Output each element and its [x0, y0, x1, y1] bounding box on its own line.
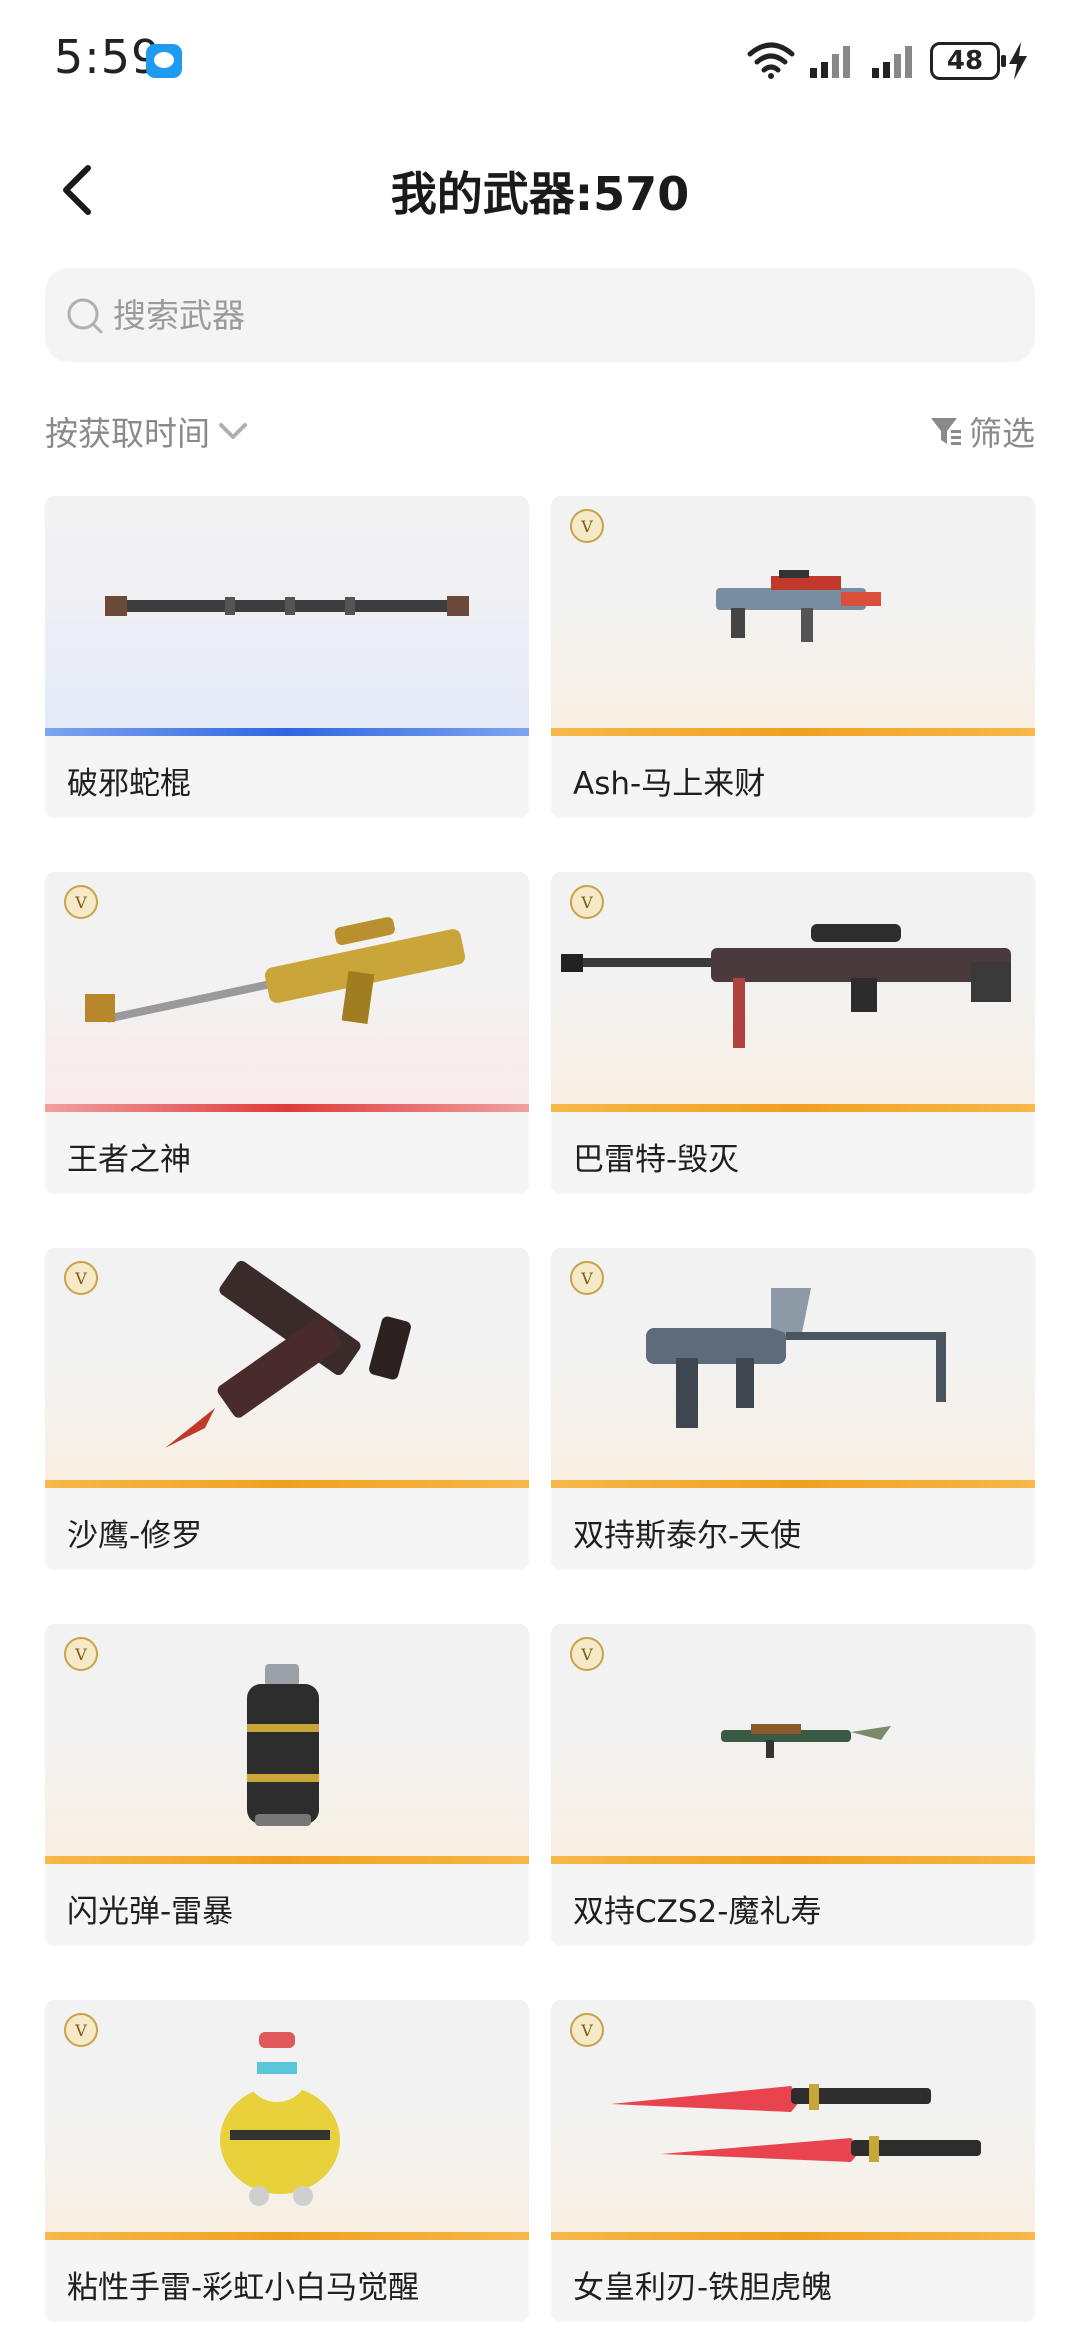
vip-badge-icon: V: [570, 885, 604, 919]
svg-text:V: V: [580, 1645, 593, 1664]
weapon-card[interactable]: V 沙鹰-修罗: [45, 1248, 529, 1570]
weapon-name: 闪光弹-雷暴: [67, 1894, 234, 1930]
battery-indicator: 48: [930, 42, 1006, 80]
sort-label: 按获取时间: [45, 414, 210, 453]
search-box[interactable]: [45, 268, 1035, 362]
weapon-card[interactable]: V 巴雷特-毁灭: [551, 872, 1035, 1194]
weapon-card[interactable]: V Ash-马上来财: [551, 496, 1035, 818]
vip-badge-icon: V: [570, 2013, 604, 2047]
sort-dropdown[interactable]: 按获取时间: [45, 408, 248, 454]
weapon-name: 粘性手雷-彩虹小白马觉醒: [67, 2270, 420, 2306]
weapon-grid: 破邪蛇棍 V Ash-马上来财 V 王者之神 V 巴雷特-毁灭 V 沙鹰-修罗 …: [45, 496, 1035, 2331]
rarity-bar: [551, 1480, 1035, 1488]
weapon-card[interactable]: V 王者之神: [45, 872, 529, 1194]
weapon-card[interactable]: V 粘性手雷-彩虹小白马觉醒: [45, 2000, 529, 2322]
weapon-name: 王者之神: [67, 1142, 191, 1178]
status-bar: 5:59 48: [0, 0, 1080, 120]
filter-label: 筛选: [969, 414, 1035, 453]
weapon-name: 双持斯泰尔-天使: [573, 1518, 802, 1554]
sniper-rifle-icon: [561, 924, 1011, 1048]
dual-blades-icon: [611, 2084, 981, 2162]
weapon-name: 破邪蛇棍: [67, 766, 191, 802]
rarity-bar: [551, 728, 1035, 736]
search-icon: [67, 298, 103, 334]
weapon-card[interactable]: 破邪蛇棍: [45, 496, 529, 818]
chevron-down-icon: [219, 423, 247, 439]
svg-text:V: V: [74, 1269, 87, 1288]
weapon-card[interactable]: V 闪光弹-雷暴: [45, 1624, 529, 1946]
weapon-card[interactable]: V 双持斯泰尔-天使: [551, 1248, 1035, 1570]
svg-text:V: V: [580, 517, 593, 536]
message-app-icon: [146, 44, 182, 78]
smg-icon: [646, 1288, 946, 1428]
vip-badge-icon: V: [64, 1637, 98, 1671]
weapon-name: 女皇利刃-铁胆虎魄: [573, 2270, 833, 2306]
weapon-card[interactable]: V 女皇利刃-铁胆虎魄: [551, 2000, 1035, 2322]
rifle-icon: [716, 570, 881, 642]
weapon-name: Ash-马上来财: [573, 766, 766, 802]
pistol-icon: [165, 1260, 411, 1448]
rarity-bar: [45, 1104, 529, 1112]
grenade-icon: [247, 1664, 319, 1826]
rarity-bar: [45, 2232, 529, 2240]
rarity-bar: [551, 1104, 1035, 1112]
rarity-bar: [45, 728, 529, 736]
svg-text:V: V: [580, 1269, 593, 1288]
svg-text:V: V: [580, 2021, 593, 2040]
staff-icon: [105, 596, 469, 616]
signal-icon: [872, 46, 912, 78]
vip-badge-icon: V: [570, 1637, 604, 1671]
rarity-bar: [45, 1480, 529, 1488]
weapon-name: 双持CZS2-魔礼寿: [573, 1894, 822, 1930]
weapon-name: 沙鹰-修罗: [67, 1518, 203, 1554]
vip-badge-icon: V: [64, 1261, 98, 1295]
rarity-bar: [551, 2232, 1035, 2240]
mascot-grenade-icon: [220, 2032, 340, 2206]
svg-text:V: V: [74, 1645, 87, 1664]
sniper-rifle-icon: [85, 917, 466, 1024]
svg-text:V: V: [580, 893, 593, 912]
vip-badge-icon: V: [570, 1261, 604, 1295]
rarity-bar: [45, 1856, 529, 1864]
rarity-bar: [551, 1856, 1035, 1864]
svg-text:V: V: [74, 893, 87, 912]
charging-bolt-icon: [1009, 42, 1027, 80]
weapon-card[interactable]: V 双持CZS2-魔礼寿: [551, 1624, 1035, 1946]
vip-badge-icon: V: [64, 2013, 98, 2047]
vip-badge-icon: V: [64, 885, 98, 919]
vip-badge-icon: V: [570, 509, 604, 543]
search-input[interactable]: [113, 268, 993, 362]
smg-icon: [721, 1724, 891, 1758]
signal-icon: [810, 46, 850, 78]
page-title: 我的武器:570: [390, 167, 690, 221]
svg-text:V: V: [74, 2021, 87, 2040]
filter-icon: [931, 418, 961, 445]
weapon-name: 巴雷特-毁灭: [573, 1142, 740, 1178]
filter-button[interactable]: 筛选: [929, 408, 1035, 454]
wifi-icon: [747, 42, 795, 79]
